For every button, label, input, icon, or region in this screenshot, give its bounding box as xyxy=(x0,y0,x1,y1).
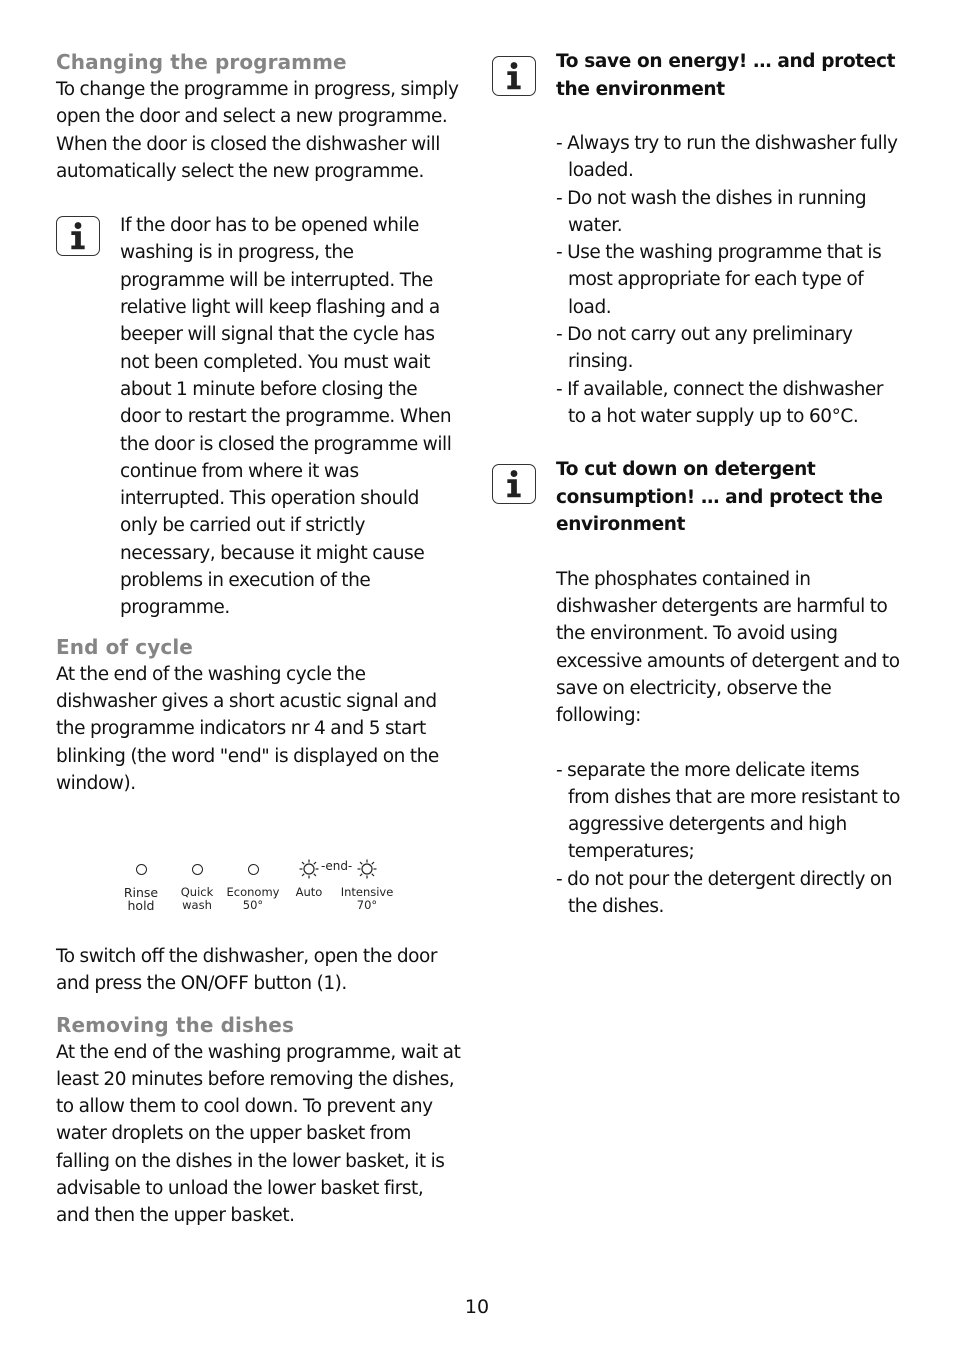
indicator-sublabel: 50° xyxy=(242,898,264,912)
section-changing-programme: Changing the programme To change the pro… xyxy=(56,48,461,185)
right-column: To save on energy! … and protect the env… xyxy=(492,48,902,920)
lamp-blinking-icon xyxy=(299,859,319,879)
info-icon xyxy=(492,56,536,96)
page-number: 10 xyxy=(464,1296,490,1318)
section-removing-dishes: Removing the dishes At the end of the wa… xyxy=(56,1011,461,1230)
lamp-off-icon xyxy=(247,863,259,875)
lamp-blinking-icon xyxy=(357,859,377,879)
lamp-off-icon xyxy=(191,863,203,875)
detergent-note-title: To cut down on detergent consumption! … … xyxy=(556,459,883,536)
list-item: - Do not carry out any preliminary rinsi… xyxy=(556,324,853,373)
heading-changing-programme: Changing the programme xyxy=(56,50,347,74)
indicator-sublabel: 70° xyxy=(356,898,378,912)
list-item: - Do not wash the dishes in running wate… xyxy=(556,187,867,236)
heading-removing-dishes: Removing the dishes xyxy=(56,1012,294,1037)
switch-off-text: To switch off the dishwasher, open the d… xyxy=(56,946,438,995)
indicator-intensive: Intensive 70° xyxy=(332,858,402,912)
list-item: - Always try to run the dishwasher fully… xyxy=(556,133,898,182)
energy-tips-list: - Always try to run the dishwasher fully… xyxy=(556,130,902,430)
info-icon xyxy=(56,216,100,257)
list-item: - separate the more delicate items from … xyxy=(556,759,901,863)
energy-note-title: To save on energy! … and protect the env… xyxy=(556,51,896,100)
detergent-note-text: The phosphates contained in dishwasher d… xyxy=(556,568,900,727)
list-item: - Use the washing programme that is most… xyxy=(556,242,882,318)
changing-programme-text: To change the programme in progress, sim… xyxy=(56,79,459,182)
left-column: Changing the programme To change the pro… xyxy=(56,48,461,797)
heading-end-of-cycle: End of cycle xyxy=(56,634,193,659)
detergent-tips-list: - separate the more delicate items from … xyxy=(556,757,902,921)
door-open-note: If the door has to be opened while washi… xyxy=(56,212,461,621)
list-item: - do not pour the detergent directly on … xyxy=(556,868,893,918)
left-column-lower: To switch off the dishwasher, open the d… xyxy=(56,943,461,1230)
info-icon xyxy=(492,464,536,505)
door-open-note-text: If the door has to be opened while washi… xyxy=(120,215,452,619)
lamp-off-icon xyxy=(135,863,147,875)
removing-dishes-text: At the end of the washing programme, wai… xyxy=(56,1041,461,1227)
list-item: - If available, connect the dishwasher t… xyxy=(556,378,884,427)
section-end-of-cycle: End of cycle At the end of the washing c… xyxy=(56,633,461,797)
end-of-cycle-text: At the end of the washing cycle the dish… xyxy=(56,663,439,794)
detergent-note: To cut down on detergent consumption! … … xyxy=(492,456,902,920)
programme-indicators-diagram: Rinse hold Quick wash Economy 50° Auto -… xyxy=(112,858,412,922)
energy-note: To save on energy! … and protect the env… xyxy=(492,48,902,430)
